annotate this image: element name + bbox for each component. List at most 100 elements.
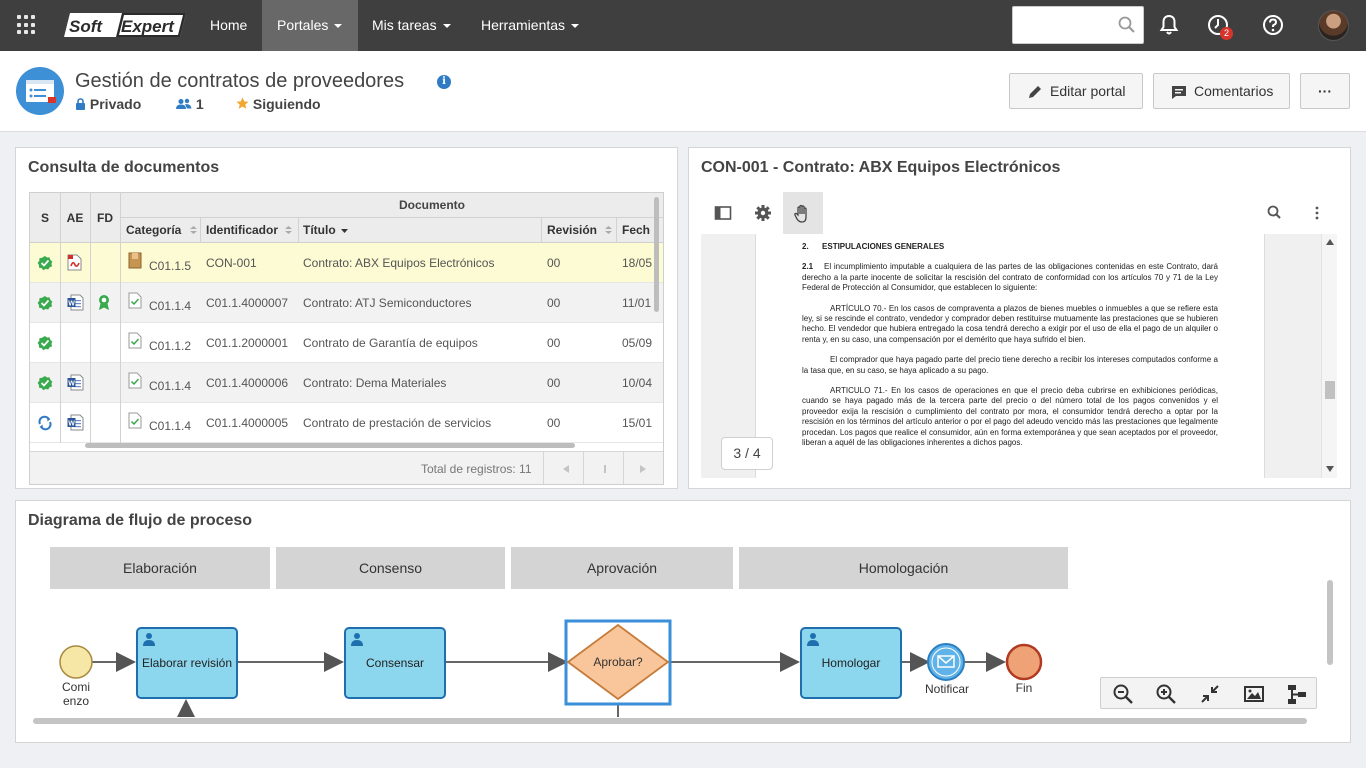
svg-text:W: W — [68, 381, 75, 388]
svg-text:Expert: Expert — [121, 17, 175, 36]
help-icon[interactable] — [1261, 13, 1285, 37]
approved-status-icon — [37, 376, 53, 391]
flow-vertical-scrollbar[interactable] — [1327, 580, 1333, 665]
task-elaborar-revision[interactable]: Elaborar revisión — [136, 627, 238, 699]
table-row[interactable]: W C01.1.4 C01.1.4000006 Contrato: Dema Mate… — [30, 363, 663, 403]
more-options-button[interactable]: ··· — [1300, 73, 1350, 109]
documents-panel: Consulta de documentos S AE FD Documento… — [15, 147, 678, 489]
viewer-settings-button[interactable] — [743, 192, 783, 234]
page-counter: 3 / 4 — [721, 437, 773, 470]
nav-mis-tareas[interactable]: Mis tareas — [357, 0, 466, 51]
fit-to-screen-icon[interactable] — [1198, 682, 1222, 706]
cell-categoria: C01.1.4 — [149, 379, 192, 393]
viewer-more-button[interactable] — [1297, 192, 1337, 234]
zoom-out-icon[interactable] — [1111, 682, 1135, 706]
category-icon-cell — [128, 252, 142, 270]
document-page-area[interactable]: 2. ESTIPULACIONES GENERALES 2.1 El incum… — [701, 234, 1337, 478]
sort-descending-icon[interactable] — [341, 228, 348, 236]
following-status[interactable]: Siguiendo — [236, 96, 321, 112]
prev-page-icon[interactable] — [562, 465, 570, 473]
sidebar-toggle-button[interactable] — [703, 192, 743, 234]
cell-fecha: 05/09 — [622, 336, 653, 350]
cell-titulo: Contrato: ATJ Semiconductores — [303, 296, 472, 310]
column-header-revision[interactable]: Revisión — [547, 223, 597, 237]
end-event-label: Fin — [1015, 681, 1033, 695]
document-page: 2. ESTIPULACIONES GENERALES 2.1 El incum… — [755, 234, 1265, 478]
table-vertical-scrollbar[interactable] — [654, 197, 659, 312]
viewer-scroll-thumb[interactable] — [1325, 381, 1335, 399]
column-header-categoria[interactable]: Categoría — [126, 223, 181, 237]
column-group-documento: Documento — [399, 198, 465, 212]
edit-portal-button[interactable]: Editar portal — [1009, 73, 1143, 109]
comments-button[interactable]: Comentarios — [1153, 73, 1290, 109]
softexpert-logo[interactable]: Soft Expert — [62, 10, 190, 40]
section-number: 2. — [802, 242, 809, 251]
column-header-identificador[interactable]: Identificador — [206, 223, 278, 237]
info-icon[interactable]: i — [437, 75, 451, 89]
flow-horizontal-scrollbar[interactable] — [33, 718, 1307, 724]
word-file-icon[interactable]: W — [67, 294, 84, 311]
column-header-ae[interactable]: AE — [60, 211, 90, 225]
diagram-structure-icon[interactable] — [1285, 682, 1309, 706]
bell-icon[interactable] — [1157, 13, 1181, 37]
nav-portales[interactable]: Portales — [262, 0, 358, 51]
lane-header-homologacion: Homologación — [739, 547, 1068, 589]
cell-identificador: C01.1.4000006 — [206, 376, 289, 390]
table-row[interactable]: C01.1.5 CON-001 Contrato: ABX Equipos Elec… — [30, 243, 663, 283]
sort-icon[interactable] — [285, 226, 292, 234]
page-marker-icon[interactable] — [601, 465, 609, 473]
diagram-zoom-toolbar — [1100, 677, 1317, 709]
task-homologar[interactable]: Homologar — [800, 627, 902, 699]
award-icon[interactable] — [96, 294, 112, 311]
column-header-fd[interactable]: FD — [90, 211, 120, 225]
star-icon — [236, 97, 249, 109]
table-row[interactable]: W C01.1.4 C01.1.4000007 Contrato: ATJ Semic… — [30, 283, 663, 323]
table-header: S AE FD Documento Categoría Identificado… — [30, 193, 663, 243]
documents-panel-title: Consulta de documentos — [28, 159, 220, 176]
user-icon — [143, 633, 155, 646]
task-consensar[interactable]: Consensar — [344, 627, 446, 699]
gateway-label: Aprobar? — [593, 655, 643, 669]
lane-header-consenso: Consenso — [276, 547, 505, 589]
start-event[interactable] — [59, 645, 93, 679]
apps-grid-icon[interactable] — [17, 15, 37, 35]
next-page-icon[interactable] — [639, 465, 647, 473]
search-input[interactable] — [1013, 7, 1113, 43]
members-count[interactable]: 1 — [176, 96, 204, 112]
viewer-search-button[interactable] — [1255, 192, 1295, 234]
scroll-down-icon[interactable] — [1326, 466, 1334, 472]
scroll-up-icon[interactable] — [1326, 239, 1334, 245]
cell-revision: 00 — [547, 416, 561, 430]
export-image-icon[interactable] — [1242, 682, 1266, 706]
search-icon[interactable] — [1118, 16, 1136, 34]
end-event[interactable] — [1005, 643, 1043, 681]
table-row[interactable]: W C01.1.4 C01.1.4000005 Contrato de prestac… — [30, 403, 663, 443]
word-file-icon[interactable]: W — [67, 374, 84, 391]
pdf-file-icon[interactable] — [67, 254, 82, 271]
document-icon — [128, 412, 142, 429]
flow-canvas[interactable]: Elaborar revisión Consensar Aprobar? Hom… — [50, 589, 1068, 717]
clause-text: El incumplimiento imputable a cualquiera… — [802, 262, 1219, 293]
cell-titulo: Contrato: ABX Equipos Electrónicos — [303, 256, 495, 270]
cell-titulo: Contrato de Garantía de equipos — [303, 336, 478, 350]
svg-text:W: W — [68, 301, 75, 308]
column-header-fecha[interactable]: Fech — [622, 223, 650, 237]
viewer-scrollbar[interactable] — [1321, 234, 1337, 478]
column-header-titulo[interactable]: Título — [303, 223, 336, 237]
user-avatar[interactable] — [1318, 10, 1349, 41]
chevron-down-icon — [442, 24, 451, 29]
table-row[interactable]: C01.1.2 C01.1.2000001 Contrato de Garantía… — [30, 323, 663, 363]
pan-tool-button[interactable] — [783, 192, 823, 234]
nav-home[interactable]: Home — [195, 0, 262, 51]
sort-icon[interactable] — [605, 226, 612, 234]
zoom-in-icon[interactable] — [1154, 682, 1178, 706]
sort-icon[interactable] — [190, 226, 197, 234]
table-horizontal-scrollbar[interactable] — [85, 443, 575, 448]
column-header-s[interactable]: S — [30, 211, 60, 225]
notify-event[interactable] — [927, 643, 965, 681]
document-paragraph: El comprador que haya pagado parte del p… — [802, 355, 1218, 375]
word-file-icon[interactable]: W — [67, 414, 84, 431]
nav-herramientas[interactable]: Herramientas — [466, 0, 594, 51]
notification-badge: 2 — [1220, 27, 1233, 40]
user-icon — [807, 633, 819, 646]
